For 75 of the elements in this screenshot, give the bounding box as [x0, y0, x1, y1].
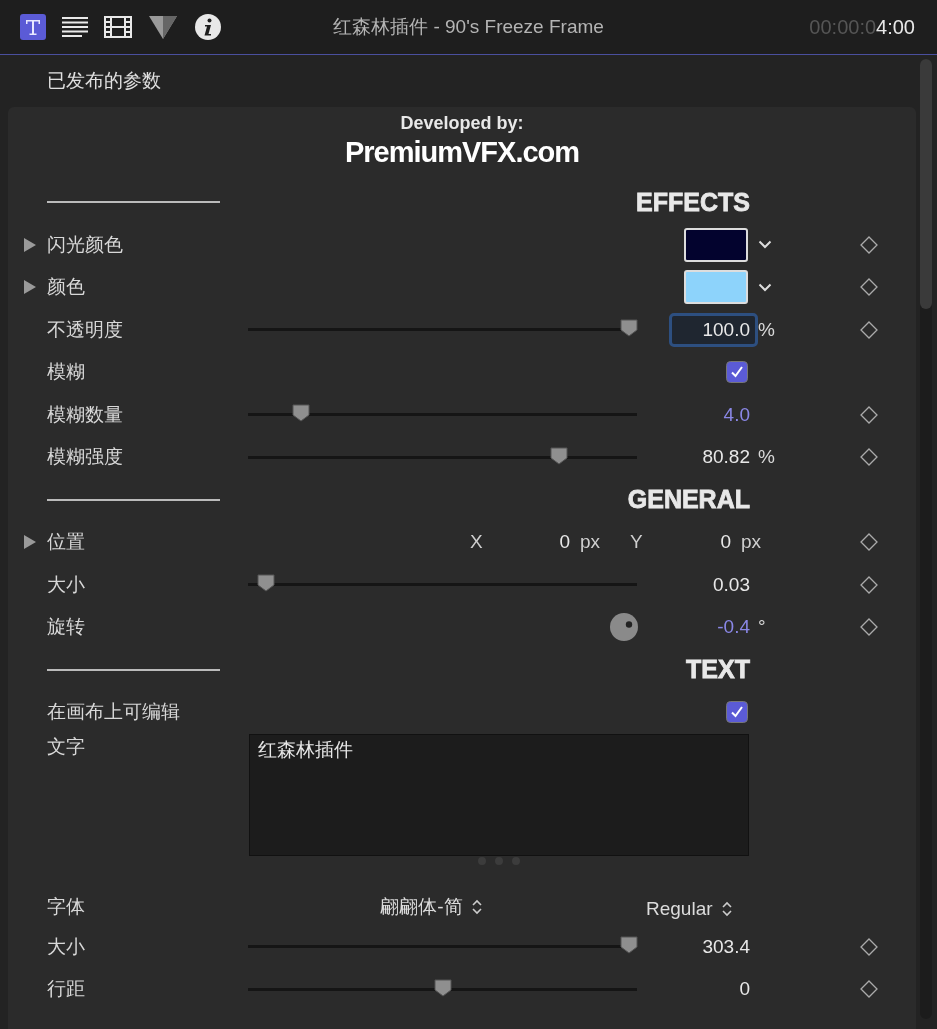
parameter-label: 旋转 [47, 615, 86, 640]
checkbox[interactable] [726, 361, 748, 384]
section-heading: TEXT [686, 655, 750, 685]
keyframe-diamond-icon[interactable] [860, 405, 878, 424]
up-down-chevron-icon [720, 899, 733, 918]
value-field[interactable]: 303.4 [702, 933, 750, 960]
chevron-down-icon[interactable] [758, 282, 772, 292]
slider-thumb[interactable] [620, 319, 639, 338]
disclosure-triangle-icon[interactable] [23, 280, 36, 295]
parameter-label: 模糊 [47, 360, 86, 385]
film-tab[interactable] [102, 14, 134, 40]
value-field[interactable]: 80.82 [702, 444, 750, 471]
axis-label: Y [630, 531, 644, 554]
value-field[interactable]: 0 [739, 976, 750, 1003]
up-down-chevron-icon [470, 897, 483, 916]
slider-thumb[interactable] [291, 404, 310, 423]
scrollbar[interactable] [920, 59, 932, 1019]
slider-thumb[interactable] [550, 446, 569, 465]
resize-handle-icon[interactable] [476, 855, 521, 866]
keyframe-diamond-icon[interactable] [860, 618, 878, 637]
keyframe-diamond-icon[interactable] [860, 448, 878, 467]
keyframe-diamond-icon[interactable] [860, 278, 878, 297]
disclosure-triangle-icon[interactable] [23, 535, 36, 550]
logo-text: PremiumVFX.com [344, 136, 580, 169]
disclosure-triangle-icon[interactable] [23, 237, 36, 252]
lines-tab[interactable] [60, 14, 90, 40]
slider-thumb[interactable] [256, 574, 275, 593]
parameter-label: 大小 [47, 572, 86, 597]
unit-label: px [579, 531, 602, 554]
parameter-label: 闪光颜色 [47, 232, 124, 257]
text-input-field[interactable]: 红森林插件 [248, 733, 749, 856]
value-field[interactable]: 0 [650, 531, 731, 554]
value-field[interactable]: 0.03 [713, 571, 750, 598]
parameter-label: 模糊数量 [47, 402, 124, 427]
value-field[interactable]: 4.0 [723, 401, 750, 428]
value-field[interactable]: 0 [490, 531, 570, 554]
keyframe-diamond-icon[interactable] [860, 937, 878, 956]
window-title: 红森林插件 - 90's Freeze Frame [333, 15, 604, 39]
value-field[interactable]: -0.4 [717, 614, 750, 641]
timecode: 00:00:04:00 [809, 15, 915, 39]
keyframe-diamond-icon[interactable] [860, 533, 878, 552]
parameter-label: 在画布上可编辑 [47, 700, 181, 725]
unit-label: px [740, 531, 763, 554]
checkbox[interactable] [726, 701, 748, 724]
font-family-popup[interactable]: 翩翩体-简 [374, 893, 483, 920]
slider-thumb[interactable] [620, 936, 639, 955]
keyframe-diamond-icon[interactable] [860, 980, 878, 999]
axis-label: X [470, 531, 484, 554]
parameter-label: 大小 [47, 934, 86, 959]
rotation-dial[interactable] [609, 612, 639, 643]
keyframe-diamond-icon[interactable] [860, 575, 878, 594]
info-tab[interactable] [192, 11, 224, 43]
parameter-label: 位置 [47, 530, 86, 555]
parameter-label: 文字 [47, 734, 86, 759]
credit-caption: Developed by: [400, 113, 524, 134]
font-style-popup[interactable]: Regular [640, 897, 733, 920]
parameter-label: 不透明度 [47, 317, 124, 342]
parameter-label: 颜色 [47, 275, 86, 300]
slider-thumb[interactable] [433, 978, 452, 997]
value-field[interactable]: 100.0 [669, 312, 758, 347]
chevron-down-icon[interactable] [758, 240, 772, 250]
keyframe-diamond-icon[interactable] [860, 320, 878, 339]
color-swatch[interactable] [684, 270, 748, 305]
parameter-label: 行距 [47, 977, 86, 1002]
unit-label: % [757, 446, 776, 469]
section-heading: EFFECTS [636, 187, 750, 217]
text-tab[interactable] [18, 12, 48, 42]
parameter-label: 模糊强度 [47, 445, 124, 470]
parameter-label: 字体 [47, 894, 86, 919]
keyframe-diamond-icon[interactable] [860, 235, 878, 254]
unit-label: ° [757, 616, 767, 639]
section-title: 已发布的参数 [46, 69, 162, 93]
unit-label: % [757, 318, 776, 341]
section-heading: GENERAL [627, 485, 750, 515]
color-swatch[interactable] [684, 227, 748, 262]
